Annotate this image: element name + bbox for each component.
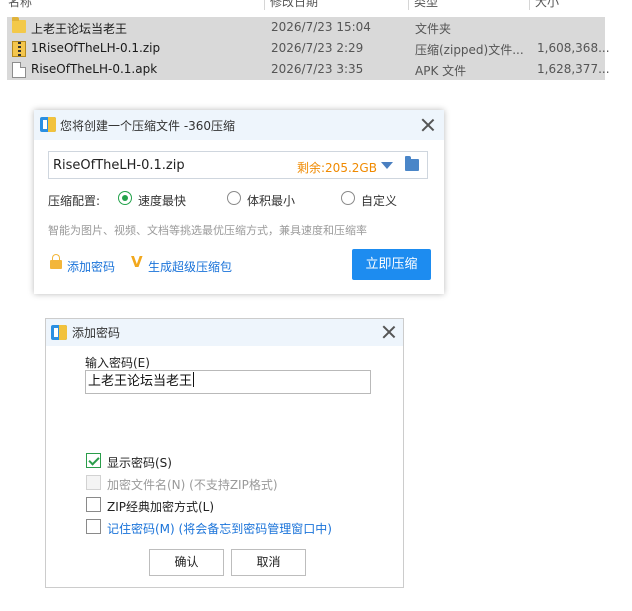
archive-path-field[interactable]: RiseOfTheLH-0.1.zip 剩余:205.2GB	[48, 151, 428, 179]
text-caret	[193, 372, 195, 387]
radio-custom[interactable]	[341, 191, 355, 205]
archive-path-value: RiseOfTheLH-0.1.zip	[53, 158, 185, 173]
compress-now-button[interactable]: 立即压缩	[352, 249, 431, 280]
password-value: 上老王论坛当老王	[88, 374, 193, 389]
remember-password-checkbox[interactable]	[86, 519, 101, 534]
file-row-apk[interactable]: RiseOfTheLH-0.1.apk 2026/7/23 3:35 APK 文…	[7, 59, 610, 80]
compress-dialog-titlebar[interactable]: 您将创建一个压缩文件 -360压缩	[34, 110, 444, 140]
file-size: 1,628,377...	[537, 62, 610, 76]
encrypt-filenames-label: 加密文件名(N) (不支持ZIP格式)	[107, 478, 278, 492]
file-name: 1RiseOfTheLH-0.1.zip	[31, 41, 161, 55]
radio-custom-label[interactable]: 自定义	[361, 192, 397, 209]
screenshot-root: 名称 修改日期 类型 大小 上老王论坛当老王 2026/7/23 15:04 文…	[0, 0, 632, 611]
compress-hint-text: 智能为图片、视频、文档等挑选最优压缩方式，兼具速度和压缩率	[48, 224, 367, 237]
lock-icon	[50, 254, 62, 269]
column-header-size[interactable]: 大小	[535, 0, 559, 10]
free-space-label: 剩余:205.2GB	[297, 161, 377, 175]
zip-file-icon	[12, 41, 26, 57]
radio-fastest[interactable]	[118, 191, 132, 205]
column-divider[interactable]	[264, 0, 265, 10]
zip-classic-encryption-label[interactable]: ZIP经典加密方式(L)	[107, 498, 214, 515]
file-name: 上老王论坛当老王	[31, 22, 128, 36]
file-row-folder[interactable]: 上老王论坛当老王 2026/7/23 15:04 文件夹	[7, 17, 605, 38]
column-header-date[interactable]: 修改日期	[270, 0, 318, 10]
file-size: 1,608,368...	[537, 41, 610, 55]
file-date: 2026/7/23 15:04	[271, 20, 371, 34]
radio-fastest-label[interactable]: 速度最快	[138, 192, 186, 209]
super-zip-v-icon: V	[131, 253, 143, 271]
radio-smallest[interactable]	[227, 191, 241, 205]
add-password-dialog-title: 添加密码	[72, 326, 121, 340]
confirm-button[interactable]: 确认	[149, 549, 224, 576]
password-input-label: 输入密码(E)	[85, 356, 150, 370]
chevron-down-icon[interactable]	[381, 162, 393, 169]
folder-icon	[12, 17, 26, 33]
column-divider[interactable]	[529, 0, 530, 10]
column-header-type[interactable]: 类型	[414, 0, 438, 10]
remember-password-label[interactable]: 记住密码(M) (将会备忘到密码管理窗口中)	[107, 520, 332, 537]
generate-super-zip-link[interactable]: 生成超级压缩包	[148, 258, 232, 275]
app-360zip-icon	[51, 325, 67, 340]
zip-classic-encryption-checkbox[interactable]	[86, 497, 101, 512]
file-list-header: 名称 修改日期 类型 大小	[0, 0, 632, 10]
column-divider[interactable]	[408, 0, 409, 10]
compress-dialog: 您将创建一个压缩文件 -360压缩 RiseOfTheLH-0.1.zip 剩余…	[34, 110, 444, 294]
show-password-checkbox[interactable]	[86, 453, 101, 468]
show-password-label[interactable]: 显示密码(S)	[107, 454, 172, 471]
add-password-dialog: 添加密码 输入密码(E) 上老王论坛当老王 显示密码(S) 加密文件名(N) (…	[45, 318, 404, 588]
file-icon	[12, 62, 26, 78]
file-row-zip[interactable]: 1RiseOfTheLH-0.1.zip 2026/7/23 2:29 压缩(z…	[7, 38, 610, 59]
file-date: 2026/7/23 2:29	[271, 41, 364, 55]
radio-smallest-label[interactable]: 体积最小	[247, 192, 295, 209]
browse-folder-icon[interactable]	[405, 156, 419, 171]
file-type: 压缩(zipped)文件...	[415, 43, 524, 57]
add-password-link[interactable]: 添加密码	[67, 258, 115, 275]
compress-dialog-title: 您将创建一个压缩文件 -360压缩	[60, 119, 236, 133]
app-360zip-icon	[40, 117, 56, 132]
file-name: RiseOfTheLH-0.1.apk	[31, 62, 158, 76]
cancel-button[interactable]: 取消	[231, 549, 306, 576]
column-header-name[interactable]: 名称	[8, 0, 32, 10]
file-type: APK 文件	[415, 64, 467, 78]
password-input[interactable]: 上老王论坛当老王	[85, 370, 371, 394]
encrypt-filenames-checkbox	[86, 475, 101, 490]
file-type: 文件夹	[415, 22, 452, 36]
close-icon[interactable]	[382, 325, 396, 339]
close-icon[interactable]	[421, 118, 435, 132]
compress-config-label: 压缩配置:	[48, 194, 101, 208]
add-password-dialog-titlebar[interactable]: 添加密码	[46, 319, 403, 346]
file-date: 2026/7/23 3:35	[271, 62, 364, 76]
